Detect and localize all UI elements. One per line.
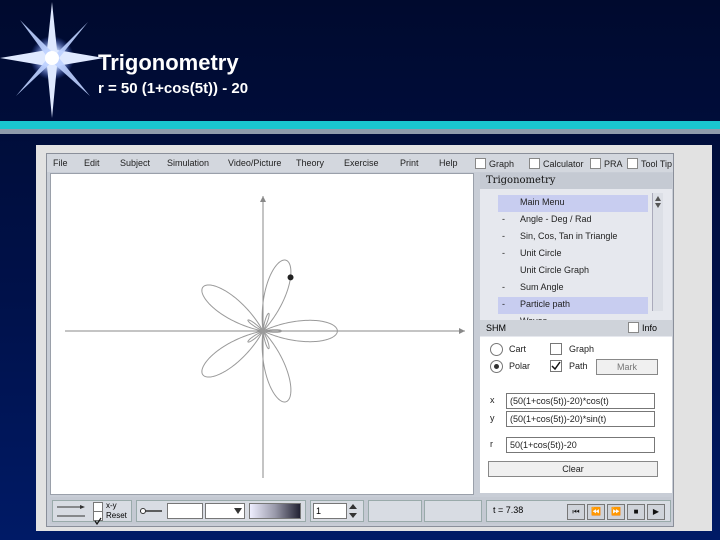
calculator-checkbox[interactable] bbox=[529, 158, 540, 169]
cart-radio[interactable] bbox=[490, 343, 503, 356]
pen-line-icon bbox=[140, 508, 162, 514]
style-selector bbox=[136, 500, 306, 522]
graph-label: Graph bbox=[569, 344, 595, 354]
color-select[interactable] bbox=[205, 503, 245, 519]
shm-bar: SHM Info bbox=[480, 320, 672, 336]
app-frame: File Edit Subject Simulation Video/Pictu… bbox=[46, 153, 674, 527]
reset-checkbox[interactable] bbox=[93, 511, 103, 526]
menu-item-sum-angle[interactable]: - Sum Angle bbox=[498, 280, 648, 297]
right-panel: Trigonometry Main Menu - Angle - Deg / Ra… bbox=[480, 173, 672, 493]
tooltip-checkbox[interactable] bbox=[627, 158, 638, 169]
line-width-field[interactable] bbox=[167, 503, 203, 519]
menu-item-unit-circle[interactable]: - Unit Circle bbox=[498, 246, 648, 263]
panel-header: Trigonometry bbox=[480, 173, 672, 189]
path-label: Path bbox=[569, 361, 588, 371]
playback-controls: t = 7.38 ⏮ ⏪ ⏩ ■ ▶ bbox=[486, 500, 671, 522]
panel-title: Trigonometry bbox=[486, 175, 556, 186]
path-checkbox[interactable] bbox=[550, 360, 562, 372]
readout-box-1 bbox=[368, 500, 422, 522]
x-label: x bbox=[490, 395, 495, 405]
menu-exercise[interactable]: Exercise bbox=[344, 158, 379, 168]
r-expression-field[interactable]: 50(1+cos(5t))-20 bbox=[506, 437, 655, 453]
polar-label: Polar bbox=[509, 361, 531, 371]
menu-item-particle-path[interactable]: - Particle path bbox=[498, 297, 648, 314]
speed-control: 1 bbox=[310, 500, 364, 522]
scroll-arrows-icon bbox=[655, 196, 661, 208]
polar-plot bbox=[65, 196, 465, 478]
chevron-down-icon bbox=[234, 508, 242, 514]
menu-item-sin-cos-tan[interactable]: - Sin, Cos, Tan in Triangle bbox=[498, 229, 648, 246]
menu-simulation[interactable]: Simulation bbox=[167, 158, 209, 168]
clear-button[interactable]: Clear bbox=[488, 461, 658, 477]
menu-item-main[interactable]: Main Menu bbox=[498, 195, 648, 212]
plot-canvas[interactable] bbox=[50, 173, 474, 495]
speed-field[interactable]: 1 bbox=[313, 503, 347, 519]
menu-file[interactable]: File bbox=[53, 158, 68, 168]
line-style-icon bbox=[57, 505, 85, 517]
reset-label: Reset bbox=[106, 511, 127, 520]
x-expression-field[interactable]: (50(1+cos(5t))-20)*cos(t) bbox=[506, 393, 655, 409]
r-label: r bbox=[490, 439, 493, 449]
xy-label: x-y bbox=[106, 501, 117, 510]
menu-subject[interactable]: Subject bbox=[120, 158, 150, 168]
time-readout: t = 7.38 bbox=[493, 505, 524, 515]
graph-checkbox[interactable] bbox=[475, 158, 486, 169]
particle-marker[interactable] bbox=[287, 274, 294, 281]
polar-radio[interactable] bbox=[490, 360, 503, 373]
check-icon bbox=[94, 517, 102, 526]
y-label: y bbox=[490, 413, 495, 423]
menu-theory[interactable]: Theory bbox=[296, 158, 324, 168]
polar-radio-dot bbox=[494, 364, 499, 369]
play-button[interactable]: ▶ bbox=[647, 504, 665, 520]
tooltip-toggle[interactable]: Tool Tip bbox=[627, 158, 672, 169]
step-forward-icon: ⏩ bbox=[611, 507, 621, 516]
cart-label: Cart bbox=[509, 344, 527, 354]
rewind-icon: ⏮ bbox=[572, 507, 580, 516]
menu-print[interactable]: Print bbox=[400, 158, 419, 168]
menu-video-picture[interactable]: Video/Picture bbox=[228, 158, 281, 168]
color-gradient-picker[interactable] bbox=[249, 503, 301, 519]
stepper-arrows-icon[interactable] bbox=[347, 503, 359, 519]
menu-bar: File Edit Subject Simulation Video/Pictu… bbox=[47, 154, 673, 172]
control-bar: x-y Reset 1 t = 7.38 ⏮ ⏪ ⏩ ■ ▶ bbox=[50, 497, 671, 526]
calculator-toggle[interactable]: Calculator bbox=[529, 158, 584, 169]
topic-menu: Main Menu - Angle - Deg / Rad - Sin, Cos, … bbox=[498, 195, 648, 322]
stop-button[interactable]: ■ bbox=[627, 504, 645, 520]
step-forward-button[interactable]: ⏩ bbox=[607, 504, 625, 520]
readout-box-2 bbox=[424, 500, 482, 522]
display-options: x-y Reset bbox=[52, 500, 132, 526]
title-divider bbox=[0, 121, 720, 129]
graph-toggle[interactable]: Graph bbox=[475, 158, 514, 169]
info-checkbox[interactable] bbox=[628, 322, 639, 333]
menu-scrollbar[interactable] bbox=[652, 193, 663, 311]
menu-edit[interactable]: Edit bbox=[84, 158, 100, 168]
slide-subtitle: r = 50 (1+cos(5t)) - 20 bbox=[98, 80, 249, 97]
stop-icon: ■ bbox=[633, 507, 639, 516]
play-icon: ▶ bbox=[652, 507, 660, 516]
menu-help[interactable]: Help bbox=[439, 158, 458, 168]
graph-checkbox-shm[interactable] bbox=[550, 343, 562, 355]
menu-item-unit-circle-graph[interactable]: Unit Circle Graph bbox=[498, 263, 648, 280]
star-burst-icon bbox=[0, 2, 104, 118]
check-icon bbox=[551, 361, 561, 371]
title-divider-shadow bbox=[0, 129, 720, 134]
step-back-icon: ⏪ bbox=[591, 507, 601, 516]
mark-button[interactable]: Mark bbox=[596, 359, 658, 375]
slide-title: Trigonometry bbox=[98, 50, 239, 75]
x-axis-arrow-icon bbox=[459, 328, 465, 334]
info-toggle[interactable]: Info bbox=[628, 322, 657, 333]
shm-controls: Cart Polar Graph Path Mark x (50(1+cos(5… bbox=[480, 337, 672, 493]
app-window: File Edit Subject Simulation Video/Pictu… bbox=[36, 145, 712, 531]
rewind-button[interactable]: ⏮ bbox=[567, 504, 585, 520]
pra-toggle[interactable]: PRA bbox=[590, 158, 623, 169]
y-expression-field[interactable]: (50(1+cos(5t))-20)*sin(t) bbox=[506, 411, 655, 427]
y-axis-arrow-icon bbox=[260, 196, 266, 202]
pra-checkbox[interactable] bbox=[590, 158, 601, 169]
menu-item-angle[interactable]: - Angle - Deg / Rad bbox=[498, 212, 648, 229]
step-back-button[interactable]: ⏪ bbox=[587, 504, 605, 520]
shm-label: SHM bbox=[486, 323, 506, 333]
